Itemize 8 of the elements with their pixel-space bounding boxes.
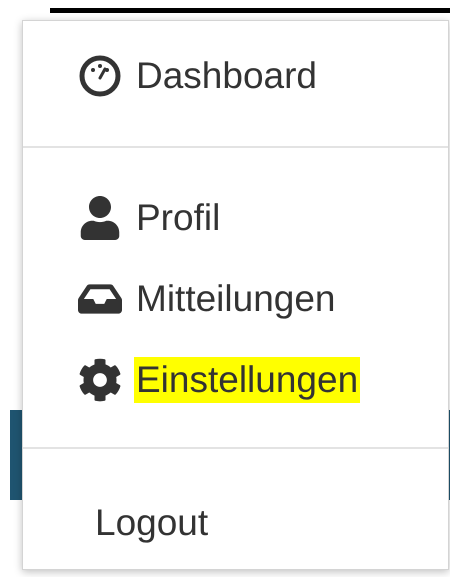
gauge-icon [78, 54, 122, 98]
user-icon [78, 196, 122, 240]
menu-item[interactable]: Profil [134, 195, 222, 241]
menu-item[interactable]: Einstellungen [134, 357, 360, 403]
settings-icon [78, 358, 122, 402]
menu-item[interactable]: Dashboard [134, 53, 320, 99]
menu-item[interactable]: Mitteilungen [134, 276, 338, 322]
menu-item[interactable]: Logout [93, 500, 210, 546]
